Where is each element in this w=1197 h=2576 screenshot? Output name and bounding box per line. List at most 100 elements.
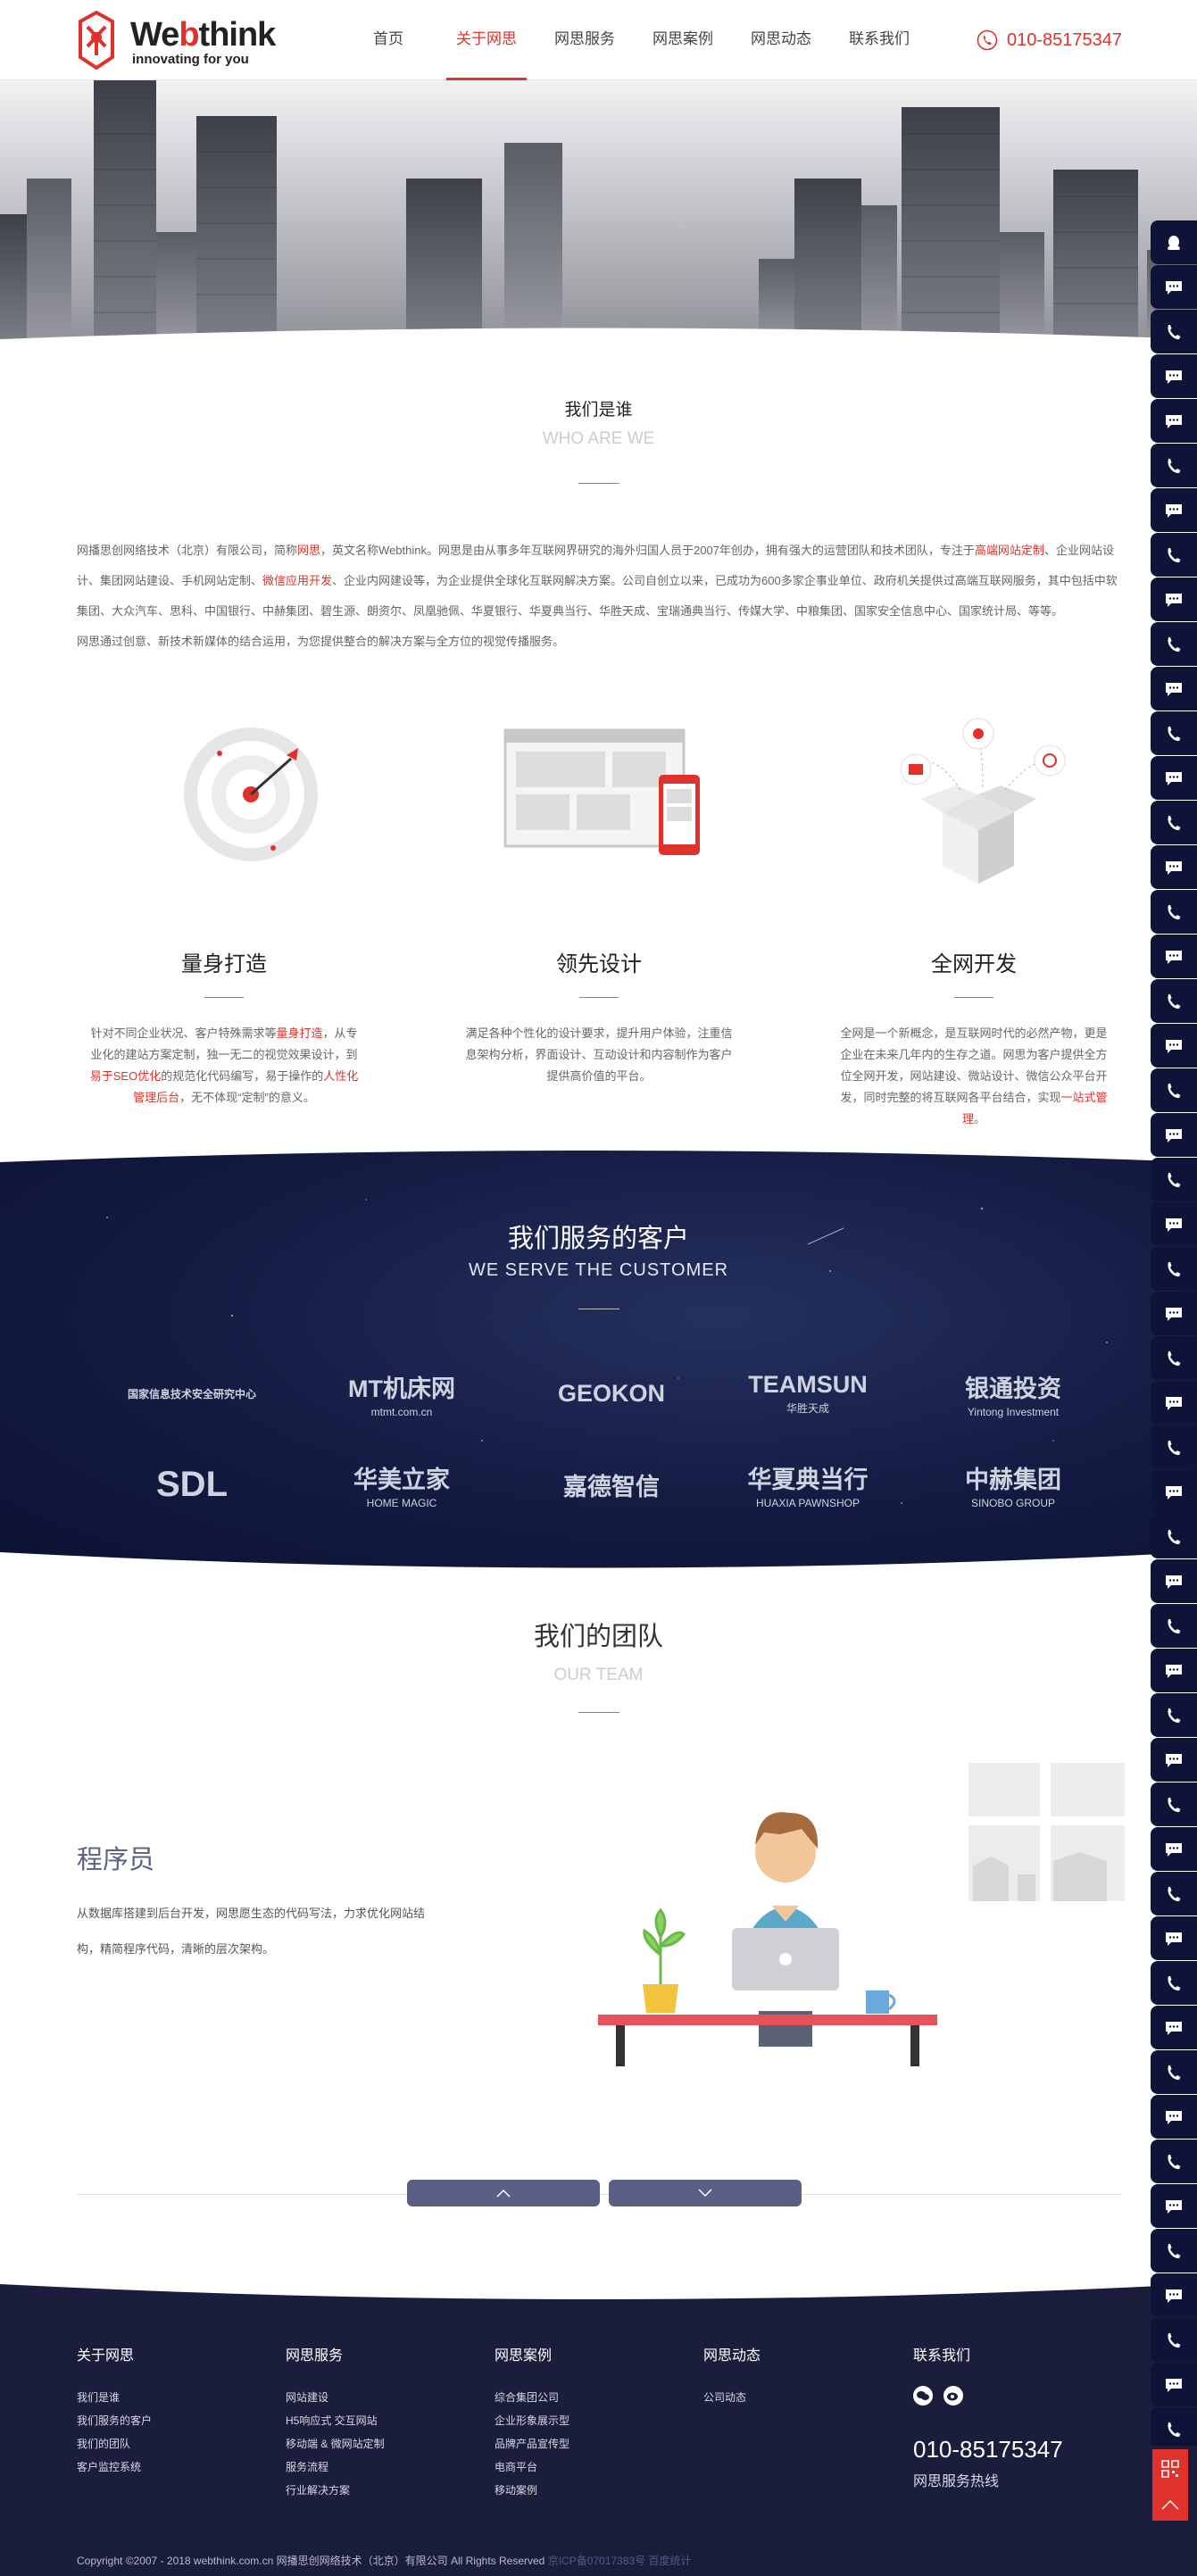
float-message-button[interactable]	[1151, 1738, 1197, 1782]
float-message-button[interactable]	[1151, 2363, 1197, 2406]
phone-icon	[1165, 1528, 1183, 1546]
nav-item-5[interactable]: 联系我们	[830, 0, 928, 80]
float-message-button[interactable]	[1151, 935, 1197, 978]
weibo-icon[interactable]	[943, 2386, 963, 2406]
float-message-button[interactable]	[1151, 354, 1197, 398]
nav-item-1[interactable]: 关于网思	[437, 0, 536, 80]
float-message-button[interactable]	[1151, 2184, 1197, 2228]
float-phone-button[interactable]	[1151, 1515, 1197, 1558]
footer-link[interactable]: 综合集团公司	[495, 2386, 569, 2409]
phone-icon	[1165, 2421, 1183, 2439]
footer-contact: 联系我们 010-85175347 网思服务热线	[913, 2343, 1063, 2490]
float-phone-button[interactable]	[1151, 1961, 1197, 2005]
float-qq-button[interactable]	[1151, 220, 1197, 264]
footer-link[interactable]: 电商平台	[495, 2456, 569, 2479]
float-phone-button[interactable]	[1151, 2229, 1197, 2273]
float-phone-button[interactable]	[1151, 890, 1197, 934]
float-message-button[interactable]	[1151, 667, 1197, 710]
footer-link[interactable]: 我们的团队	[77, 2432, 152, 2456]
highlight-link[interactable]: 量身打造	[276, 1026, 322, 1040]
client-logo-sub: HUAXIA PAWNSHOP	[755, 1496, 860, 1509]
float-phone-button[interactable]	[1151, 1068, 1197, 1112]
message-icon	[1164, 770, 1184, 786]
float-message-button[interactable]	[1151, 1292, 1197, 1335]
client-logo-name: 华美立家	[353, 1466, 450, 1493]
footer-link[interactable]: 服务流程	[286, 2456, 385, 2479]
float-phone-button[interactable]	[1151, 444, 1197, 487]
float-phone-button[interactable]	[1151, 1336, 1197, 1380]
header-phone[interactable]: 010-85175347	[977, 27, 1122, 54]
float-phone-button[interactable]	[1151, 2407, 1197, 2446]
float-message-button[interactable]	[1151, 399, 1197, 443]
float-phone-button[interactable]	[1151, 979, 1197, 1023]
highlight-link[interactable]: 易于SEO优化	[90, 1069, 161, 1083]
team-title-cn: 我们的团队	[533, 1623, 663, 1651]
float-message-button[interactable]	[1151, 845, 1197, 889]
float-phone-button[interactable]	[1151, 1604, 1197, 1648]
float-message-button[interactable]	[1151, 265, 1197, 309]
footer-phone-label: 网思服务热线	[913, 2474, 1000, 2489]
footer-column: 关于网思 我们是谁 我们服务的客户 我们的团队 客户监控系统	[77, 2343, 152, 2479]
footer-link[interactable]: H5响应式 交互网站	[286, 2409, 385, 2432]
team-next-button[interactable]	[609, 2180, 802, 2206]
footer-link[interactable]: 公司动态	[703, 2386, 761, 2409]
float-message-button[interactable]	[1151, 1559, 1197, 1603]
highlight-link[interactable]: 网思	[297, 544, 320, 557]
float-message-button[interactable]	[1151, 1113, 1197, 1157]
team-section-title: 我们的团队 OUR TEAM	[0, 1616, 1197, 1713]
nav-item-0[interactable]: 首页	[339, 0, 437, 80]
wechat-icon[interactable]	[913, 2386, 933, 2406]
logo-name: Webthink	[130, 16, 276, 54]
footer-link[interactable]: 企业形象展示型	[495, 2409, 569, 2432]
footer-link[interactable]: 我们服务的客户	[77, 2409, 152, 2432]
float-phone-button[interactable]	[1151, 1782, 1197, 1826]
nav-item-3[interactable]: 网思案例	[634, 0, 732, 80]
float-phone-button[interactable]	[1151, 622, 1197, 666]
float-phone-button[interactable]	[1151, 2050, 1197, 2094]
float-message-button[interactable]	[1151, 1649, 1197, 1692]
logo[interactable]: Webthink innovating for you	[77, 11, 291, 71]
footer-link[interactable]: 我们是谁	[77, 2386, 152, 2409]
float-phone-button[interactable]	[1151, 310, 1197, 353]
footer-link[interactable]: 客户监控系统	[77, 2456, 152, 2479]
float-phone-button[interactable]	[1151, 1158, 1197, 1201]
site-footer: 关于网思 我们是谁 我们服务的客户 我们的团队 客户监控系统 网思服务 网站建设 H5响应式 …	[0, 2279, 1197, 2576]
float-phone-button[interactable]	[1151, 801, 1197, 844]
float-message-button[interactable]	[1151, 488, 1197, 532]
float-message-button[interactable]	[1151, 1827, 1197, 1871]
highlight-link[interactable]: 微信应用开发	[262, 574, 332, 587]
float-message-button[interactable]	[1151, 1916, 1197, 1960]
float-phone-button[interactable]	[1151, 1247, 1197, 1291]
phone-icon	[1165, 2153, 1183, 2171]
nav-item-2[interactable]: 网思服务	[536, 0, 634, 80]
float-message-button[interactable]	[1151, 2273, 1197, 2317]
float-message-button[interactable]	[1151, 1024, 1197, 1068]
icp-link[interactable]: 京ICP备07017383号 百度统计	[548, 2555, 692, 2567]
float-message-button[interactable]	[1151, 756, 1197, 800]
footer-link[interactable]: 网站建设	[286, 2386, 385, 2409]
float-phone-button[interactable]	[1151, 1425, 1197, 1469]
nav-item-4[interactable]: 网思动态	[732, 0, 830, 80]
footer-link[interactable]: 行业解决方案	[286, 2479, 385, 2502]
client-logo: 华美立家 HOME MAGIC	[317, 1453, 486, 1516]
float-message-button[interactable]	[1151, 2095, 1197, 2139]
message-icon	[1164, 1127, 1184, 1143]
team-prev-button[interactable]	[407, 2180, 600, 2206]
float-message-button[interactable]	[1151, 1470, 1197, 1514]
float-message-button[interactable]	[1151, 2006, 1197, 2049]
float-message-button[interactable]	[1151, 1381, 1197, 1425]
highlight-link[interactable]: 高端网站定制	[975, 544, 1044, 557]
float-phone-button[interactable]	[1151, 2140, 1197, 2183]
float-message-button[interactable]	[1151, 1202, 1197, 1246]
float-red-panel[interactable]	[1152, 2449, 1188, 2521]
float-phone-button[interactable]	[1151, 711, 1197, 755]
float-message-button[interactable]	[1151, 578, 1197, 621]
footer-link[interactable]: 移动案例	[495, 2479, 569, 2502]
float-phone-button[interactable]	[1151, 1872, 1197, 1915]
float-phone-button[interactable]	[1151, 2318, 1197, 2362]
float-phone-button[interactable]	[1151, 1693, 1197, 1737]
footer-link[interactable]: 移动端 & 微网站定制	[286, 2432, 385, 2456]
float-phone-button[interactable]	[1151, 533, 1197, 577]
footer-phone[interactable]: 010-85175347	[913, 2436, 1063, 2464]
footer-link[interactable]: 品牌产品宣传型	[495, 2432, 569, 2456]
